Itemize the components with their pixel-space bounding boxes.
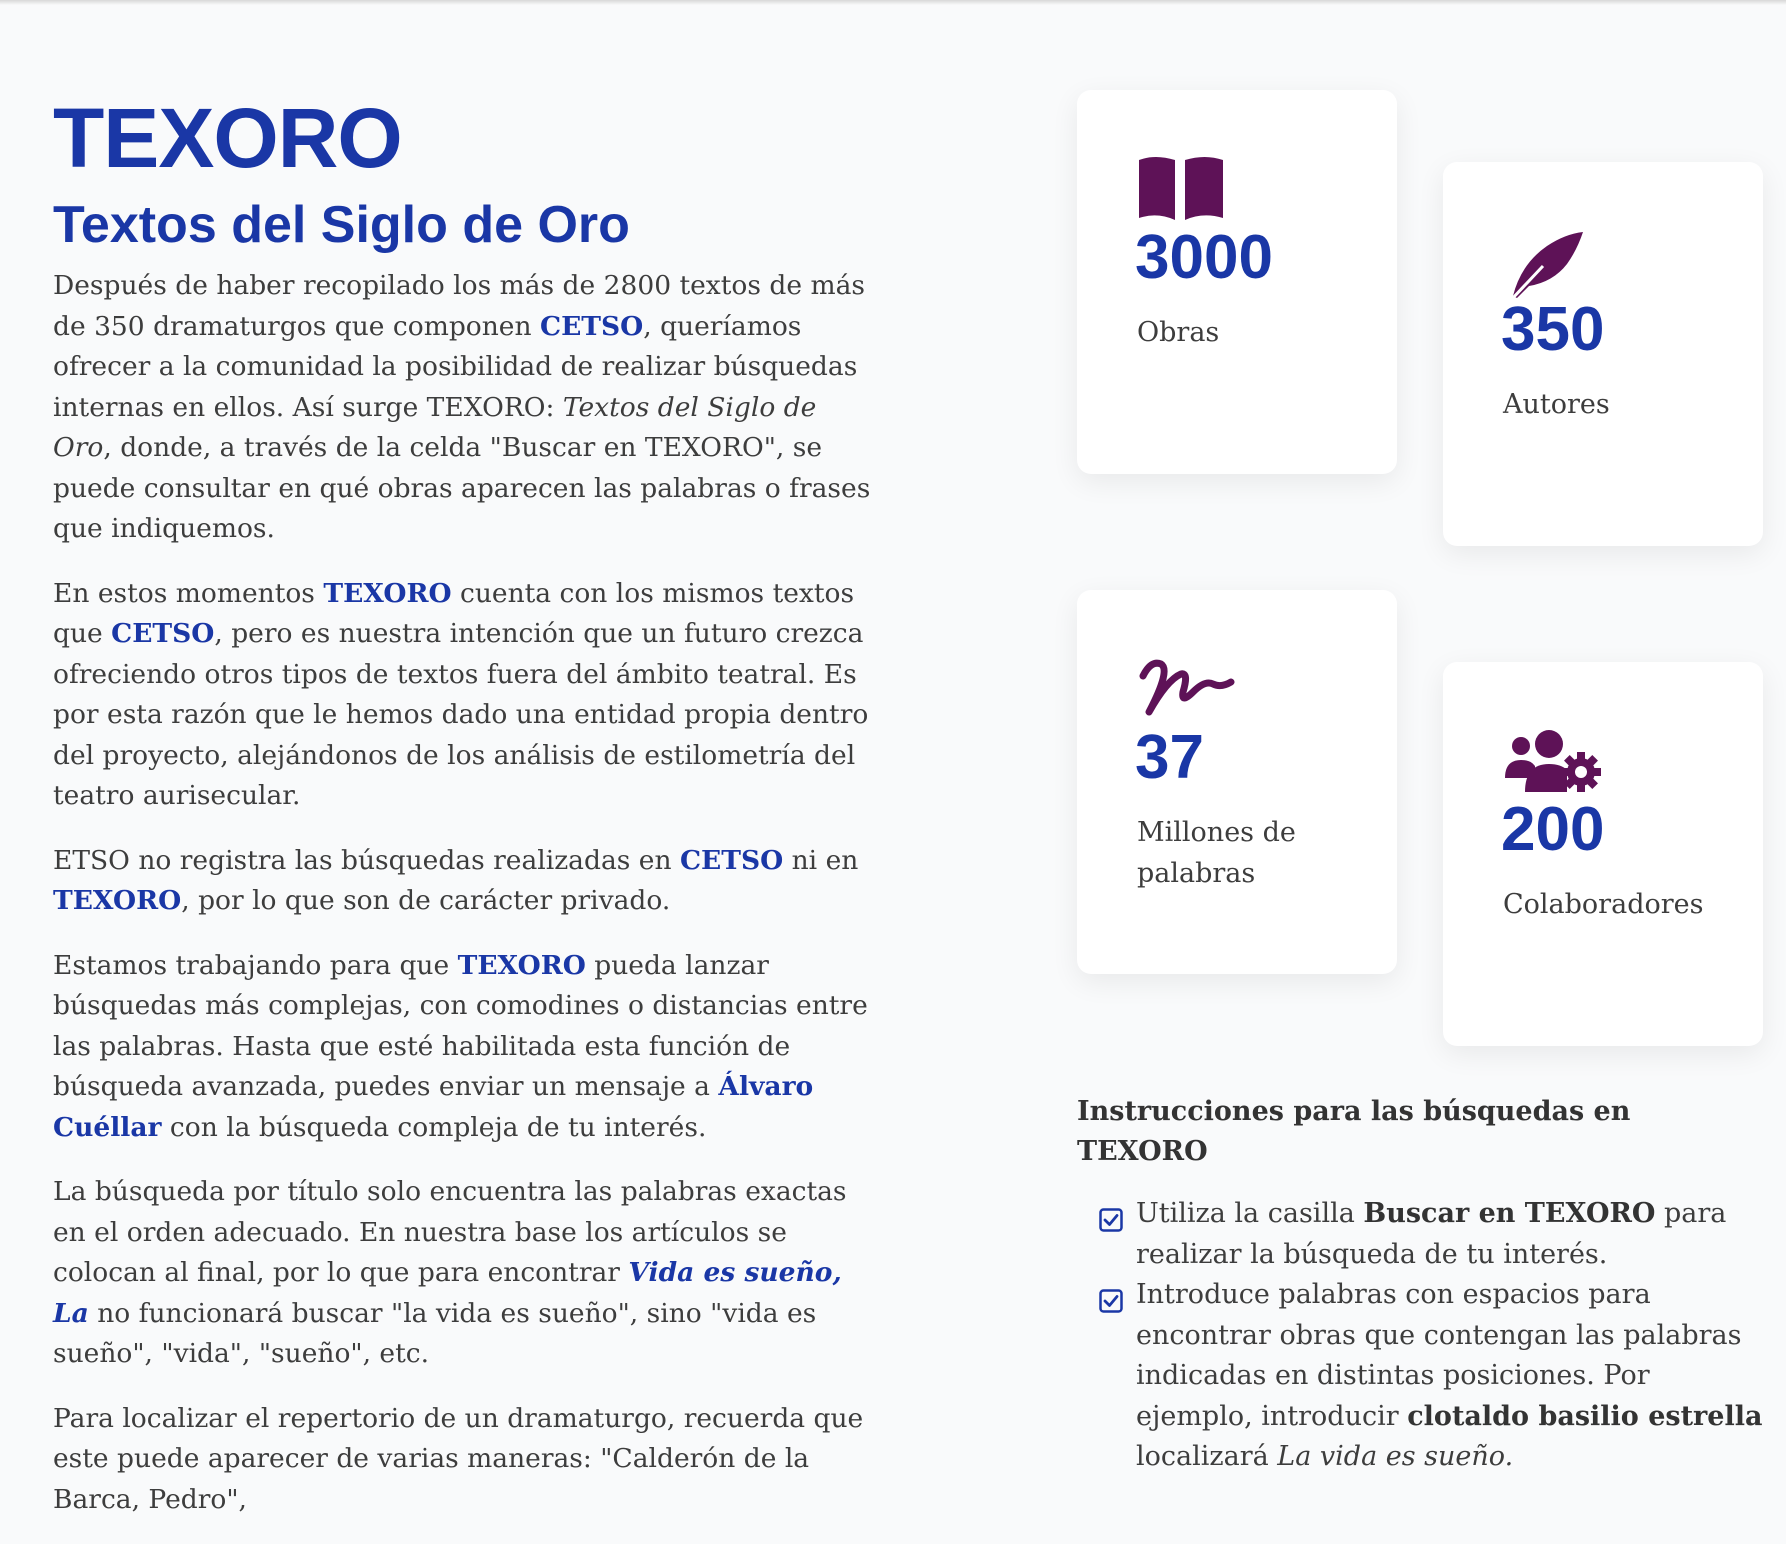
intro-section: TEXORO Textos del Siglo de Oro Después d… [53, 88, 871, 1544]
stat-card-obras: 3000 Obras [1077, 90, 1397, 474]
stat-label: Colaboradores [1503, 889, 1704, 920]
intro-paragraph-4: Estamos trabajando para que TEXORO pueda… [53, 946, 871, 1149]
intro-paragraph-2: En estos momentos TEXORO cuenta con los … [53, 574, 871, 817]
text: localizará [1136, 1441, 1278, 1472]
checkbox-checked-icon [1099, 1204, 1123, 1232]
text: no funcionará buscar "la vida es sueño",… [53, 1297, 817, 1370]
instructions-list: Utiliza la casilla Buscar en TEXORO para… [1077, 1194, 1767, 1478]
text: con la búsqueda compleja de tu interés. [161, 1111, 707, 1143]
users-gear-icon [1503, 724, 1601, 794]
instruction-item: Introduce palabras con espacios para enc… [1077, 1275, 1767, 1478]
bold-text: Buscar en TEXORO [1363, 1198, 1656, 1229]
page-subtitle: Textos del Siglo de Oro [53, 196, 630, 254]
text: , donde, a través de la celda "Buscar en… [53, 432, 871, 544]
cetso-link[interactable]: CETSO [680, 845, 783, 876]
intro-paragraph-5: La búsqueda por título solo encuentra la… [53, 1172, 871, 1375]
cetso-link[interactable]: CETSO [540, 311, 643, 342]
stat-card-autores: 350 Autores [1443, 162, 1763, 546]
text: , por lo que son de carácter privado. [181, 885, 671, 916]
feather-icon [1503, 224, 1593, 302]
text: Estamos trabajando para que [53, 949, 458, 981]
search-instructions: Instrucciones para las búsquedas en TEXO… [1077, 1092, 1767, 1478]
texoro-link[interactable]: TEXORO [323, 578, 451, 609]
texoro-link[interactable]: TEXORO [458, 950, 586, 981]
signature-icon [1137, 652, 1235, 722]
stat-card-palabras: 37 Millones de palabras [1077, 590, 1397, 974]
texoro-link[interactable]: TEXORO [53, 885, 181, 916]
stat-value: 200 [1501, 795, 1605, 864]
text: ni en [783, 844, 859, 876]
text: ETSO no registra las búsquedas realizada… [53, 844, 680, 876]
intro-paragraph-6: Para localizar el repertorio de un drama… [53, 1399, 871, 1521]
instructions-title: Instrucciones para las búsquedas en TEXO… [1077, 1096, 1631, 1167]
instruction-item: Utiliza la casilla Buscar en TEXORO para… [1077, 1194, 1767, 1275]
stat-label: Obras [1137, 317, 1220, 348]
intro-paragraph-3: ETSO no registra las búsquedas realizada… [53, 841, 871, 922]
top-shadow [0, 0, 1786, 5]
stat-label: Millones de palabras [1137, 817, 1296, 889]
cetso-link[interactable]: CETSO [111, 618, 214, 649]
book-icon [1137, 152, 1227, 222]
page-title: TEXORO [53, 91, 403, 185]
italic-text: La vida es sueño. [1277, 1441, 1514, 1472]
checkbox-checked-icon [1099, 1285, 1123, 1313]
stat-value: 350 [1501, 295, 1605, 364]
text: En estos momentos [53, 577, 324, 609]
stat-value: 3000 [1135, 223, 1273, 292]
stat-card-colaboradores: 200 Colaboradores [1443, 662, 1763, 1046]
text: Para localizar el repertorio de un drama… [53, 1402, 864, 1515]
stat-label: Autores [1503, 389, 1610, 420]
stat-value: 37 [1135, 723, 1204, 792]
bold-text: clotaldo basilio estrella [1407, 1400, 1763, 1432]
intro-paragraph-1: Después de haber recopilado los más de 2… [53, 266, 871, 550]
text: Utiliza la casilla [1136, 1198, 1364, 1229]
